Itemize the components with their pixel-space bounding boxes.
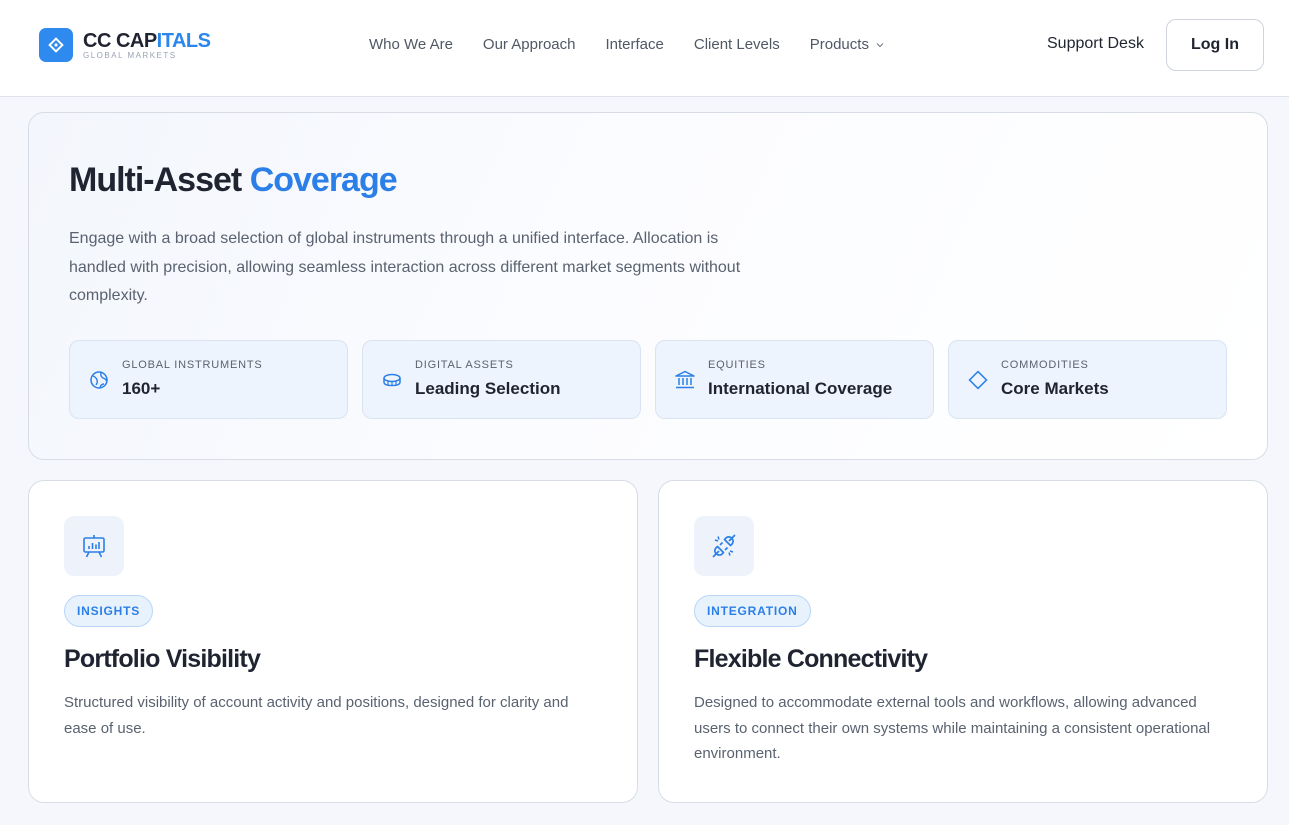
- stat-value: International Coverage: [708, 379, 893, 398]
- nav-client-levels[interactable]: Client Levels: [694, 36, 780, 53]
- presentation-chart-icon: [64, 516, 124, 576]
- stat-equities: EQUITIES International Coverage: [655, 340, 934, 419]
- login-button[interactable]: Log In: [1166, 19, 1264, 71]
- plug-connection-icon: [694, 516, 754, 576]
- nav-interface[interactable]: Interface: [605, 36, 663, 53]
- coin-icon: [383, 373, 401, 387]
- brand-logo[interactable]: CC CAPITALS GLOBAL MARKETS: [39, 28, 211, 62]
- feature-card-flexible-connectivity: INTEGRATION Flexible Connectivity Design…: [658, 480, 1268, 803]
- stat-commodities: COMMODITIES Core Markets: [948, 340, 1227, 419]
- diamond-logo-icon: [39, 28, 73, 62]
- diamond-icon: [968, 370, 988, 390]
- stat-global-instruments: GLOBAL INSTRUMENTS 160+: [69, 340, 348, 419]
- section-description: Engage with a broad selection of global …: [69, 230, 741, 304]
- card-title: Portfolio Visibility: [64, 645, 261, 673]
- stat-digital-assets: DIGITAL ASSETS Leading Selection: [362, 340, 641, 419]
- stat-value: Leading Selection: [415, 379, 561, 398]
- card-title: Flexible Connectivity: [694, 645, 928, 673]
- feature-card-portfolio-visibility: INSIGHTS Portfolio Visibility Structured…: [28, 480, 638, 803]
- stat-value: 160+: [122, 379, 161, 398]
- stat-label: GLOBAL INSTRUMENTS: [122, 359, 263, 371]
- globe-icon: [90, 371, 108, 389]
- chevron-down-icon: [876, 42, 884, 47]
- card-description: Designed to accommodate external tools a…: [694, 694, 1211, 762]
- support-desk-link[interactable]: Support Desk: [1047, 35, 1144, 53]
- brand-tagline: GLOBAL MARKETS: [83, 50, 177, 60]
- nav-our-approach[interactable]: Our Approach: [483, 36, 576, 53]
- insights-badge: INSIGHTS: [64, 595, 154, 627]
- main-nav: Who We Are Our Approach Interface Client…: [369, 36, 885, 53]
- multi-asset-coverage-section: Multi-Asset Coverage Engage with a broad…: [28, 112, 1268, 460]
- section-title: Multi-Asset Coverage: [69, 161, 398, 199]
- stat-value: Core Markets: [1001, 379, 1109, 398]
- nav-products[interactable]: Products: [810, 36, 885, 53]
- stat-label: COMMODITIES: [1001, 359, 1089, 371]
- stat-label: DIGITAL ASSETS: [415, 359, 514, 371]
- card-description: Structured visibility of account activit…: [64, 694, 569, 737]
- brand-name: CC CAPITALS: [83, 29, 211, 52]
- bank-icon: [675, 370, 695, 389]
- nav-who-we-are[interactable]: Who We Are: [369, 36, 453, 53]
- site-header: CC CAPITALS GLOBAL MARKETS Who We Are Ou…: [0, 0, 1289, 97]
- integration-badge: INTEGRATION: [694, 595, 811, 627]
- stat-label: EQUITIES: [708, 359, 766, 371]
